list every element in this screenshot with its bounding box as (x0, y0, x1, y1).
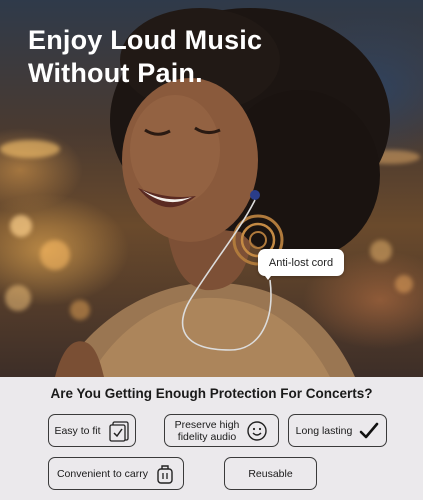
callout-label: Anti-lost cord (268, 256, 334, 269)
feature-label-line-1: Preserve high (174, 418, 240, 431)
headline-line-1: Enjoy Loud Music (28, 25, 263, 55)
feature-convenient-to-carry: Convenient to carry (48, 457, 184, 490)
feature-reusable: Reusable (224, 457, 317, 490)
hero-photo: Enjoy Loud Music Without Pain. Anti-lost… (0, 0, 423, 377)
carry-case-icon (155, 463, 175, 485)
feature-preserve-fidelity: Preserve high fidelity audio (164, 414, 279, 447)
smiley-face-icon (246, 420, 268, 442)
feature-label: Easy to fit (54, 424, 101, 437)
feature-label: Long lasting (295, 424, 353, 437)
protection-question: Are You Getting Enough Protection For Co… (50, 386, 373, 401)
callout-pointer (262, 272, 274, 280)
feature-label-line-2: fidelity audio (177, 430, 237, 443)
feature-easy-to-fit: Easy to fit (48, 414, 136, 447)
feature-long-lasting: Long lasting (288, 414, 387, 447)
headline-line-2: Without Pain. (28, 58, 203, 88)
feature-label: Preserve high fidelity audio (175, 419, 240, 443)
feature-label: Convenient to carry (56, 467, 149, 480)
checkbox-tablet-icon (108, 420, 130, 442)
feature-label: Reusable (248, 467, 293, 480)
checkmark-icon (359, 421, 379, 441)
headline: Enjoy Loud Music Without Pain. (28, 24, 262, 90)
